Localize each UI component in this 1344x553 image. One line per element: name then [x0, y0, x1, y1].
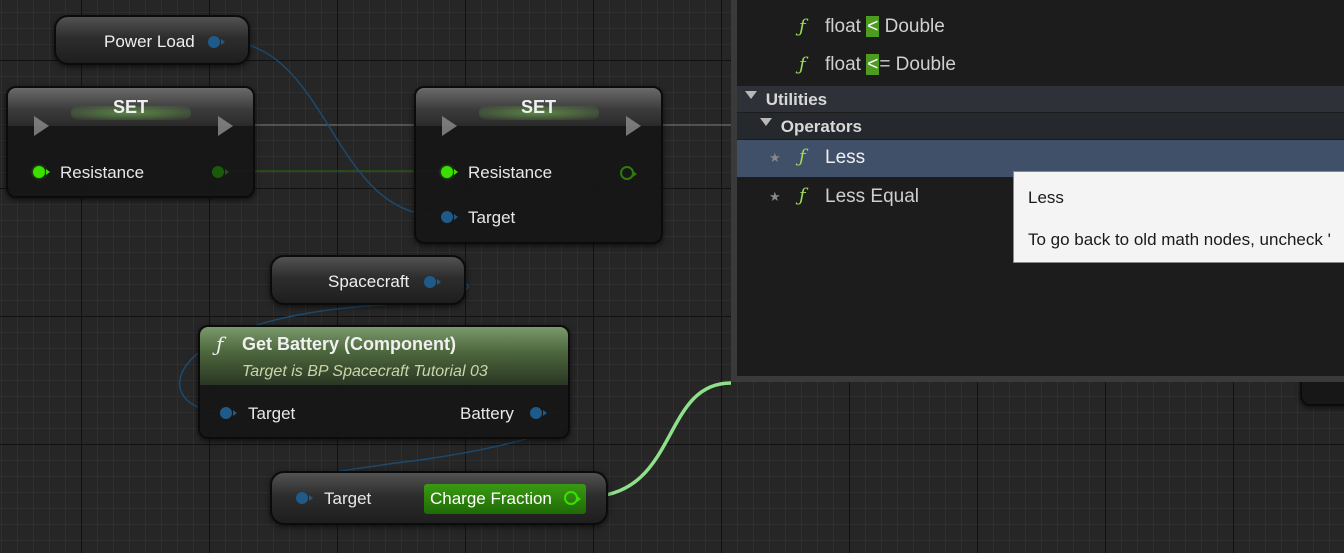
resistance-input-pin[interactable] — [33, 166, 50, 178]
target-input-pin[interactable] — [441, 211, 458, 223]
exec-out-pin[interactable] — [218, 116, 233, 136]
battery-output-pin[interactable] — [530, 407, 547, 419]
favorite-star-icon[interactable]: ★ — [769, 150, 781, 166]
resistance-output-pin[interactable] — [620, 166, 637, 180]
exec-in-pin[interactable] — [442, 116, 457, 136]
charge-fraction-output-pin[interactable] — [564, 491, 581, 505]
resistance-input-pin[interactable] — [441, 166, 458, 178]
function-icon: ƒ — [216, 332, 224, 356]
charge-fraction-node[interactable]: Target Charge Fraction — [270, 471, 608, 525]
resistance-output-pin[interactable] — [212, 166, 229, 178]
set-node-title: SET — [520, 97, 556, 117]
function-icon: ƒ — [799, 16, 806, 37]
category-label: Operators — [780, 117, 862, 136]
resistance-label: Resistance — [468, 163, 553, 182]
action-item-label: Less — [825, 147, 866, 168]
category-utilities[interactable]: Utilities — [737, 86, 1344, 112]
target-label: Target — [468, 208, 516, 227]
get-battery-node[interactable]: ƒ Get Battery (Component) Target is BP S… — [198, 325, 570, 439]
target-label: Target — [248, 404, 296, 423]
power-load-label: Power Load — [104, 32, 195, 51]
action-item-suffix: = Double — [879, 54, 956, 75]
spacecraft-label: Spacecraft — [328, 272, 410, 291]
spacecraft-output-pin[interactable] — [424, 276, 441, 288]
tooltip-body: To go back to old math nodes, uncheck ' — [1028, 230, 1331, 249]
exec-out-pin[interactable] — [626, 116, 641, 136]
battery-label: Battery — [460, 404, 514, 423]
function-icon: ƒ — [799, 146, 806, 167]
target-input-pin[interactable] — [296, 492, 313, 504]
favorite-star-icon[interactable]: ★ — [769, 189, 781, 205]
expand-arrow-icon — [745, 91, 757, 99]
category-operators[interactable]: Operators — [737, 113, 1344, 139]
spacecraft-node[interactable]: Spacecraft — [270, 255, 466, 305]
set-node[interactable]: SET Resistance Target — [414, 86, 663, 244]
action-item-label: Less Equal — [825, 186, 920, 207]
charge-fraction-label: Charge Fraction — [430, 489, 552, 508]
target-label: Target — [324, 489, 372, 508]
resistance-label: Resistance — [60, 163, 145, 182]
power-load-output-pin[interactable] — [208, 36, 225, 48]
get-battery-subtitle: Target is BP Spacecraft Tutorial 03 — [242, 363, 488, 380]
get-battery-title: Get Battery (Component) — [242, 334, 457, 354]
action-item-float-less-equal-double[interactable]: ƒ float <= Double — [737, 52, 1344, 82]
tooltip: Less To go back to old math nodes, unche… — [1013, 171, 1344, 263]
set-node-title: SET — [112, 97, 148, 117]
category-label: Utilities — [765, 90, 828, 109]
action-item-suffix: Double — [879, 16, 945, 37]
target-input-pin[interactable] — [220, 407, 237, 419]
action-item-prefix: float — [825, 54, 867, 75]
get-battery-header: ƒ Get Battery (Component) Target is BP S… — [200, 327, 568, 385]
search-match-highlight: < — [866, 16, 880, 37]
expand-arrow-icon — [760, 118, 772, 126]
function-icon: ƒ — [799, 185, 806, 206]
power-load-node[interactable]: Power Load — [54, 15, 250, 65]
action-item-prefix: float — [825, 16, 867, 37]
exec-in-pin[interactable] — [34, 116, 49, 136]
set-node[interactable]: SET Resistance — [6, 86, 255, 198]
search-match-highlight: < — [866, 54, 880, 75]
action-item-float-less-double[interactable]: ƒ float < Double — [737, 14, 1344, 44]
tooltip-title: Less — [1028, 188, 1064, 207]
charge-fraction-wire — [585, 381, 732, 499]
function-icon: ƒ — [799, 54, 806, 75]
